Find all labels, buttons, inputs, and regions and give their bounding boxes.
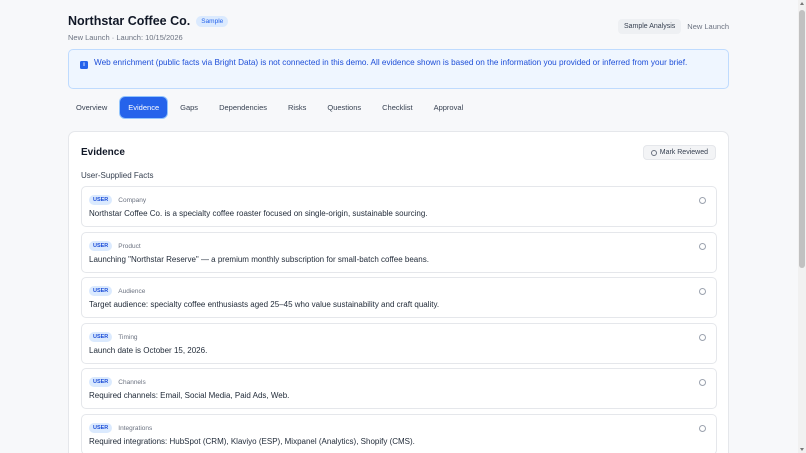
fact-text: Required channels: Email, Social Media, …	[89, 391, 290, 400]
fact-meta: USER Timing	[89, 332, 138, 342]
fact-item-timing: USER Timing Launch date is October 15, 2…	[81, 323, 717, 364]
fact-category: Company	[118, 196, 147, 204]
fact-radio[interactable]	[699, 197, 706, 204]
fact-meta: USER Channels	[89, 377, 146, 387]
mark-reviewed-button[interactable]: Mark Reviewed	[642, 145, 716, 160]
fact-text: Required integrations: HubSpot (CRM), Kl…	[89, 437, 415, 446]
new-launch-button[interactable]: New Launch	[687, 22, 729, 31]
tab-questions[interactable]: Questions	[319, 97, 369, 118]
user-badge: USER	[89, 377, 113, 387]
scroll-down-icon[interactable]	[800, 448, 804, 451]
fact-meta: USER Integrations	[89, 423, 152, 433]
header-actions: Sample Analysis New Launch	[617, 19, 729, 34]
tab-overview[interactable]: Overview	[68, 97, 115, 118]
fact-category: Timing	[118, 333, 138, 341]
user-badge: USER	[89, 286, 113, 296]
fact-radio[interactable]	[699, 425, 706, 432]
fact-meta: USER Audience	[89, 286, 145, 296]
sample-badge: Sample	[196, 15, 229, 27]
user-badge: USER	[89, 195, 113, 205]
tab-dependencies[interactable]: Dependencies	[211, 97, 275, 118]
fact-item-channels: USER Channels Required channels: Email, …	[81, 368, 717, 409]
page-scrollbar[interactable]	[798, 0, 806, 453]
info-icon: i	[80, 61, 88, 69]
tab-checklist[interactable]: Checklist	[374, 97, 420, 118]
fact-meta: USER Product	[89, 241, 141, 251]
fact-category: Audience	[118, 287, 146, 295]
fact-category: Channels	[118, 378, 146, 386]
scroll-thumb[interactable]	[799, 10, 805, 268]
banner-text: Web enrichment (public facts via Bright …	[94, 58, 688, 67]
user-badge: USER	[89, 332, 113, 342]
fact-text: Target audience: specialty coffee enthus…	[89, 300, 440, 309]
evidence-card: Evidence Mark Reviewed User-Supplied Fac…	[68, 131, 729, 453]
circle-icon	[650, 149, 657, 156]
fact-radio[interactable]	[699, 379, 706, 386]
tab-gaps[interactable]: Gaps	[172, 97, 206, 118]
tab-approval[interactable]: Approval	[426, 97, 472, 118]
fact-text: Launching "Northstar Reserve" — a premiu…	[89, 255, 429, 264]
tab-bar: Overview Evidence Gaps Dependencies Risk…	[68, 97, 471, 118]
fact-item-audience: USER Audience Target audience: specialty…	[81, 277, 717, 318]
fact-item-product: USER Product Launching "Northstar Reserv…	[81, 232, 717, 273]
sample-analysis-button[interactable]: Sample Analysis	[617, 19, 682, 34]
tab-risks[interactable]: Risks	[280, 97, 314, 118]
fact-text: Launch date is October 15, 2026.	[89, 346, 208, 355]
page-title: Northstar Coffee Co.	[68, 14, 191, 28]
fact-radio[interactable]	[699, 334, 706, 341]
tab-evidence[interactable]: Evidence	[120, 97, 168, 118]
fact-meta: USER Company	[89, 195, 146, 205]
fact-category: Product	[118, 242, 141, 250]
evidence-title: Evidence	[81, 147, 125, 158]
fact-radio[interactable]	[699, 288, 706, 295]
user-badge: USER	[89, 241, 113, 251]
fact-radio[interactable]	[699, 243, 706, 250]
fact-category: Integrations	[118, 424, 153, 432]
user-badge: USER	[89, 423, 113, 433]
page-subtitle: New Launch · Launch: 10/15/2026	[68, 33, 183, 42]
fact-item-integrations: USER Integrations Required integrations:…	[81, 414, 717, 453]
section-label: User-Supplied Facts	[81, 171, 154, 180]
info-banner: i Web enrichment (public facts via Brigh…	[68, 49, 729, 89]
page-header: Northstar Coffee Co. Sample New Launch ·…	[68, 14, 729, 44]
scroll-up-icon[interactable]	[800, 2, 804, 5]
fact-item-company: USER Company Northstar Coffee Co. is a s…	[81, 186, 717, 227]
mark-reviewed-label: Mark Reviewed	[659, 149, 708, 156]
fact-text: Northstar Coffee Co. is a specialty coff…	[89, 209, 428, 218]
